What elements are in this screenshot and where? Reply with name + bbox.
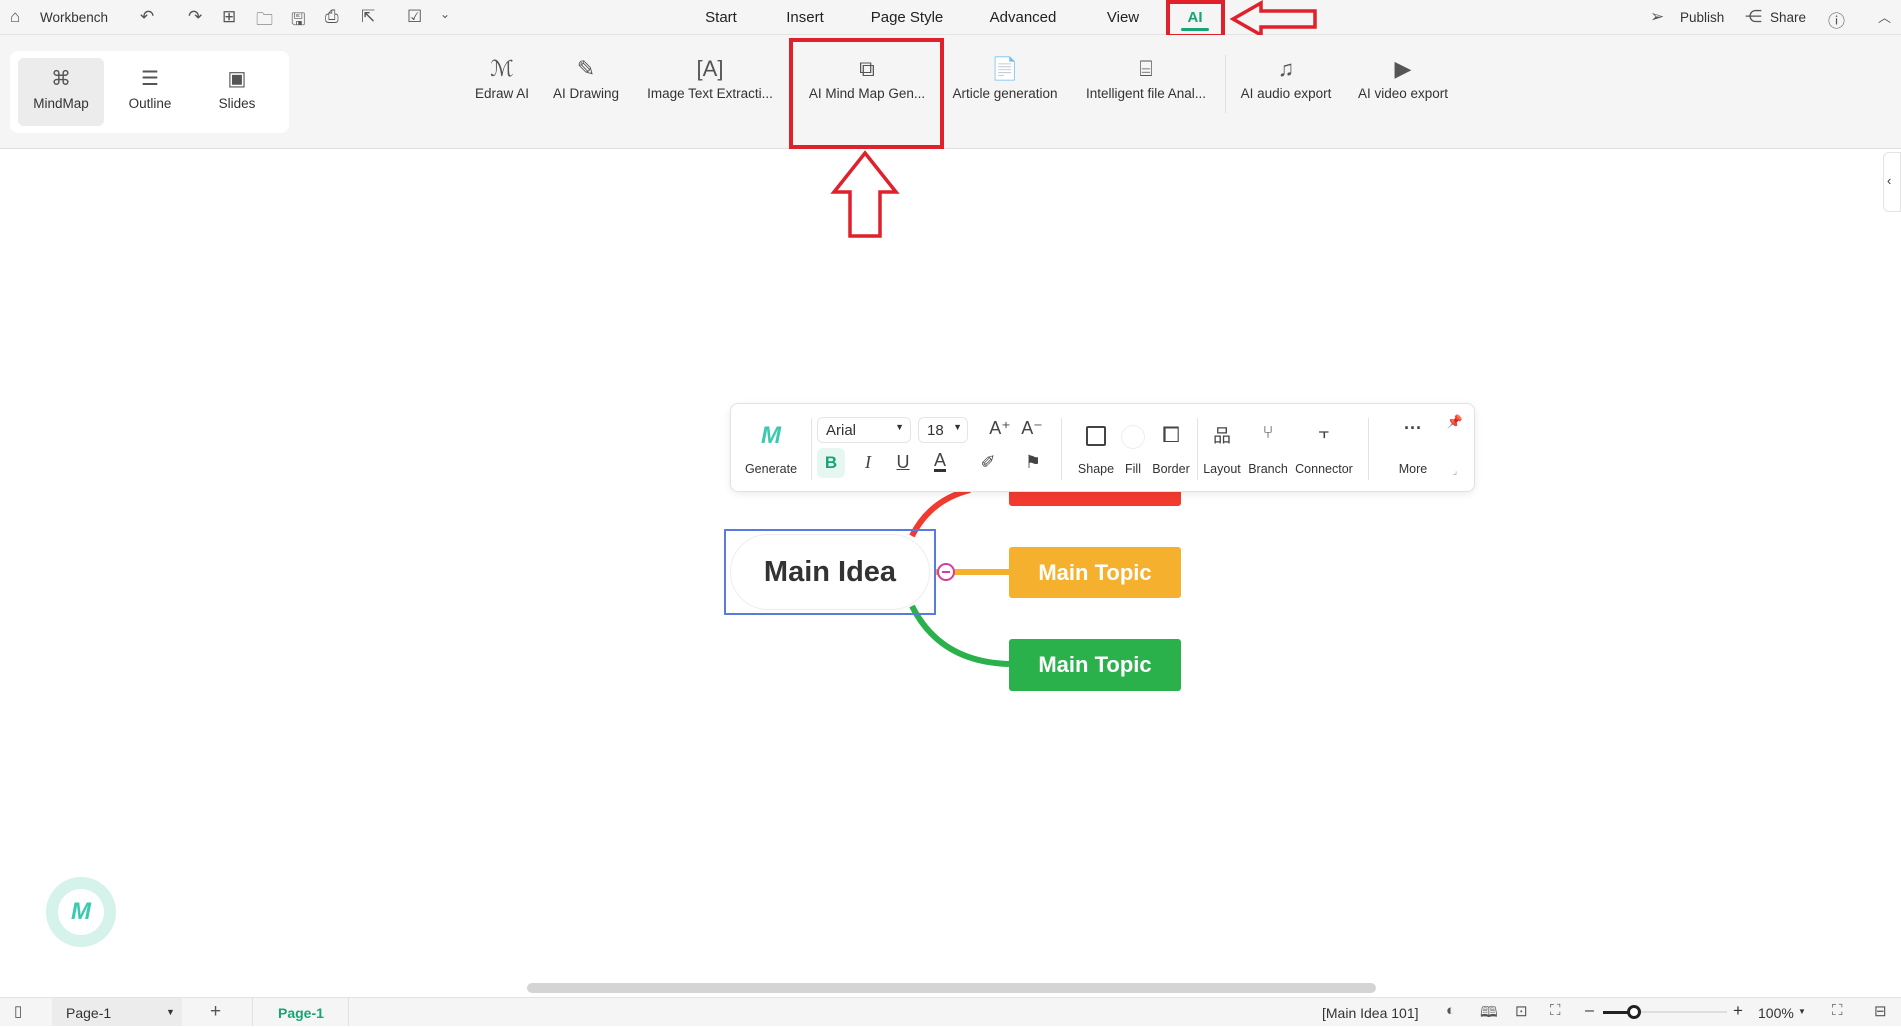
zoom-out-icon[interactable]: – [1585, 1002, 1594, 1020]
pin-icon[interactable]: 📌 [1447, 414, 1463, 430]
more-label[interactable]: More [1399, 462, 1427, 476]
panel-toggle-icon[interactable]: ⊟ [1874, 1002, 1887, 1020]
add-page-icon[interactable]: + [210, 1001, 221, 1023]
collapse-branch-button[interactable] [937, 563, 955, 581]
divider [1061, 418, 1062, 480]
more-icon[interactable]: ··· [1404, 418, 1422, 439]
shape-icon[interactable] [1086, 426, 1106, 446]
zoom-dropdown-icon[interactable]: ▼ [1798, 1007, 1806, 1016]
page-tab-label: Page-1 [278, 1005, 324, 1021]
increase-font-icon[interactable]: A⁺ [989, 418, 1011, 439]
font-color-button[interactable]: A [933, 451, 947, 472]
border-icon[interactable]: ⧠ [1162, 422, 1180, 448]
bold-button[interactable]: B [817, 448, 845, 478]
zoom-in-icon[interactable]: + [1733, 1001, 1743, 1021]
branch-label[interactable]: Branch [1248, 462, 1288, 476]
highlight-icon[interactable]: ✐ [980, 452, 995, 473]
page-select[interactable]: Page-1 ▼ [52, 998, 182, 1026]
ai-assistant-button[interactable]: M [46, 877, 116, 947]
ai-logo-icon: M [58, 889, 104, 935]
font-family-select[interactable]: Arial ▼ [817, 417, 911, 443]
font-size-select[interactable]: 18 ▼ [918, 417, 968, 443]
status-bar: ▯ Page-1 ▼ + Page-1 [Main Idea 101] ◐ 🕮 ⊡… [0, 997, 1901, 1026]
fullscreen-icon[interactable]: ⛶ [1832, 1002, 1843, 1019]
zoom-slider[interactable] [1603, 1005, 1727, 1019]
font-value: Arial [826, 422, 857, 439]
border-label[interactable]: Border [1152, 462, 1190, 476]
horizontal-scrollbar[interactable] [527, 983, 1376, 993]
main-topic-yellow[interactable]: Main Topic [1009, 547, 1181, 598]
divider [1197, 418, 1198, 480]
connector-icon[interactable]: ⫟ [1319, 422, 1330, 443]
fill-icon[interactable] [1121, 425, 1145, 449]
selection-info: [Main Idea 101] [1322, 1005, 1419, 1021]
shape-label[interactable]: Shape [1078, 462, 1114, 476]
italic-button[interactable]: I [865, 452, 871, 473]
fit-width-icon[interactable]: ⛶ [1550, 1002, 1561, 1019]
floating-toolbar: M Generate Arial ▼ 18 ▼ A⁺ A⁻ B I U A ✐ ⚑ … [730, 403, 1475, 492]
theme-icon[interactable]: ◐ [1446, 1002, 1455, 1019]
divider [811, 418, 812, 480]
branch-lines [909, 487, 1010, 667]
font-size-value: 18 [927, 422, 944, 439]
zoom-slider-thumb[interactable] [1627, 1005, 1641, 1019]
layout-icon[interactable]: 品 [1213, 422, 1231, 448]
layout-label[interactable]: Layout [1203, 462, 1241, 476]
page-select-value: Page-1 [66, 1005, 112, 1021]
generate-icon[interactable]: M [761, 422, 781, 450]
divider [1368, 418, 1369, 480]
collapse-toolbar-icon[interactable]: ⌟ [1453, 466, 1458, 477]
fit-page-icon[interactable]: ⊡ [1515, 1002, 1528, 1020]
central-topic[interactable]: Main Idea [730, 534, 930, 610]
branch-icon[interactable]: ⑂ [1263, 422, 1274, 443]
generate-button[interactable]: Generate [745, 462, 797, 476]
connector-label[interactable]: Connector [1295, 462, 1353, 476]
fill-label[interactable]: Fill [1125, 462, 1141, 476]
decrease-font-icon[interactable]: A⁻ [1021, 418, 1043, 439]
zoom-level[interactable]: 100% [1758, 1005, 1794, 1021]
book-view-icon[interactable]: 🕮 [1480, 1002, 1498, 1027]
main-topic-green[interactable]: Main Topic [1009, 639, 1181, 691]
page-tab[interactable]: Page-1 [252, 998, 349, 1026]
page-panel-icon[interactable]: ▯ [14, 1002, 22, 1020]
format-painter-icon[interactable]: ⚑ [1025, 452, 1041, 473]
underline-button[interactable]: U [897, 452, 910, 473]
